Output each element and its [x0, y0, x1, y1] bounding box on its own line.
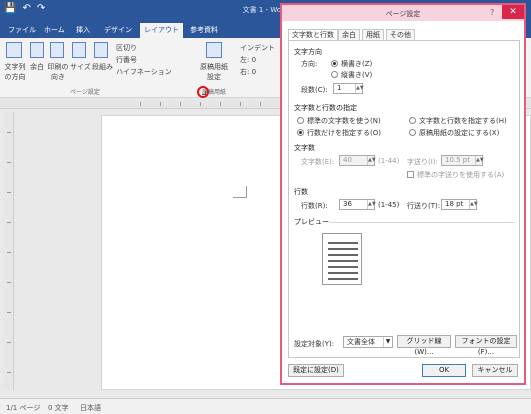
genko-radio-label[interactable]: 原稿用紙の設定にする(X) [419, 128, 499, 138]
chars-range: (1-44) [378, 157, 400, 165]
ok-button[interactable]: OK [422, 364, 466, 377]
tab-insert[interactable]: 挿入 [72, 23, 94, 38]
indent-left-field[interactable]: 左: 0 [240, 55, 256, 65]
preview-divider [329, 222, 515, 223]
margins-button[interactable]: 余白 [30, 62, 44, 72]
vertical-radio-label[interactable]: 縦書き(V) [341, 70, 372, 80]
lines-label: 行数(R): [301, 202, 328, 210]
page-count[interactable]: 1/1 ページ [6, 403, 40, 413]
chars-lines-label[interactable]: 文字数と行数を指定する(H) [419, 116, 507, 126]
lines-value[interactable]: 36 [343, 200, 352, 208]
chars-label: 文字数(E): [301, 158, 335, 166]
columns-value[interactable]: 1 [337, 84, 341, 92]
dialog-title: ページ設定 [385, 10, 421, 18]
tab-layout[interactable]: レイアウト [140, 23, 183, 38]
standard-pitch-checkbox[interactable] [407, 171, 414, 178]
text-direction-icon[interactable] [6, 42, 22, 58]
direction-section-label: 文字方向 [294, 48, 322, 56]
horizontal-radio[interactable] [331, 60, 338, 67]
tab-references[interactable]: 参考資料 [186, 23, 222, 38]
chars-section-label: 文字数 [294, 144, 315, 152]
grid-lines-button[interactable]: グリッド線(W)... [397, 335, 451, 356]
vertical-radio[interactable] [331, 71, 338, 78]
columns-icon[interactable] [94, 42, 108, 58]
standard-chars-radio[interactable] [297, 117, 304, 124]
word-count[interactable]: 0 文字 [48, 403, 69, 413]
line-pitch-value[interactable]: 18 pt [445, 200, 463, 208]
apply-to-label: 設定対象(Y): [294, 340, 335, 348]
tab-file[interactable]: ファイル [4, 23, 40, 38]
orientation-button[interactable]: 印刷の向き [46, 62, 70, 82]
size-icon[interactable] [72, 42, 86, 58]
indent-label: インデント [240, 44, 275, 52]
apply-to-select[interactable]: 文書全体 ▼ [343, 336, 393, 348]
font-settings-button[interactable]: フォントの設定(F)... [455, 335, 517, 356]
direction-label: 方向: [301, 60, 318, 68]
margins-icon[interactable] [30, 42, 44, 58]
page-preview [322, 233, 362, 285]
spinner-arrows-icon[interactable]: ▲▼ [367, 156, 376, 165]
chars-spinner[interactable]: 40 ▲▼ [339, 155, 376, 166]
line-pitch-label: 行送り(T): [407, 202, 441, 210]
page-setup-dialog-launcher[interactable] [197, 86, 209, 98]
indent-right-field[interactable]: 右: 0 [240, 67, 256, 77]
tab-home[interactable]: ホーム [40, 23, 69, 38]
apply-to-value[interactable]: 文書全体 [347, 338, 375, 346]
line-numbers-button[interactable]: 行番号 [116, 55, 137, 65]
lines-range: (1-45) [378, 201, 400, 209]
breaks-button[interactable]: 区切り [116, 43, 137, 53]
close-icon[interactable]: ✕ [502, 5, 524, 19]
status-bar: 1/1 ページ 0 文字 日本語 [0, 398, 531, 414]
lines-only-label[interactable]: 行数だけを指定する(O) [307, 128, 381, 138]
help-icon[interactable]: ? [490, 8, 494, 17]
lines-section-label: 行数 [294, 188, 308, 196]
set-default-button[interactable]: 既定に設定(D) [288, 364, 344, 377]
text-direction-button[interactable]: 文字列の方向 [2, 62, 28, 82]
horizontal-radio-label[interactable]: 横書き(Z) [341, 59, 372, 69]
columns-button[interactable]: 段組み [92, 62, 113, 72]
spinner-arrows-icon[interactable]: ▲▼ [469, 200, 478, 209]
orientation-icon[interactable] [50, 42, 64, 58]
cancel-button[interactable]: キャンセル [472, 364, 518, 377]
language-indicator[interactable]: 日本語 [80, 403, 101, 413]
chars-value: 40 [343, 156, 352, 164]
line-pitch-spinner[interactable]: 18 pt ▲▼ [441, 199, 478, 210]
tab-design[interactable]: デザイン [100, 23, 136, 38]
lines-only-radio[interactable] [297, 129, 304, 136]
genko-radio[interactable] [409, 129, 416, 136]
chars-lines-radio[interactable] [409, 117, 416, 124]
genko-button[interactable]: 原稿用紙設定 [198, 62, 230, 82]
settings-panel: 文字方向 方向: 横書き(Z) 縦書き(V) 段数(C): 1 ▲▼ 文字数と行… [288, 40, 520, 358]
spinner-arrows-icon[interactable]: ▲▼ [367, 200, 376, 209]
text-insertion-marker [233, 186, 247, 198]
page-setup-dialog: ページ設定 ? ✕ 文字数と行数 余白 用紙 その他 文字方向 方向: 横書き(… [280, 3, 526, 385]
size-button[interactable]: サイズ [70, 62, 91, 72]
pitch-value: 10.5 pt [445, 156, 470, 164]
dialog-title-bar: ページ設定 ? ✕ [282, 5, 524, 21]
pitch-spinner[interactable]: 10.5 pt ▲▼ [441, 155, 484, 166]
preview-section-label: プレビュー [294, 218, 329, 226]
columns-label: 段数(C): [301, 86, 328, 94]
standard-pitch-label[interactable]: 標準の字送りを使用する(A) [417, 170, 504, 180]
genko-icon[interactable] [206, 42, 222, 58]
lines-spinner[interactable]: 36 ▲▼ [339, 199, 376, 210]
hyphenation-button[interactable]: ハイフネーション [116, 67, 172, 77]
columns-spinner[interactable]: 1 ▲▼ [333, 83, 364, 94]
chevron-down-icon[interactable]: ▼ [383, 337, 392, 347]
spinner-arrows-icon[interactable]: ▲▼ [475, 156, 484, 165]
grid-section-label: 文字数と行数の指定 [294, 104, 357, 112]
standard-chars-label[interactable]: 標準の文字数を使う(N) [307, 116, 381, 126]
vertical-ruler [4, 112, 14, 390]
page-setup-group-label: ページ設定 [70, 89, 100, 96]
spinner-arrows-icon[interactable]: ▲▼ [355, 84, 364, 93]
pitch-label: 字送り(I): [407, 158, 438, 166]
